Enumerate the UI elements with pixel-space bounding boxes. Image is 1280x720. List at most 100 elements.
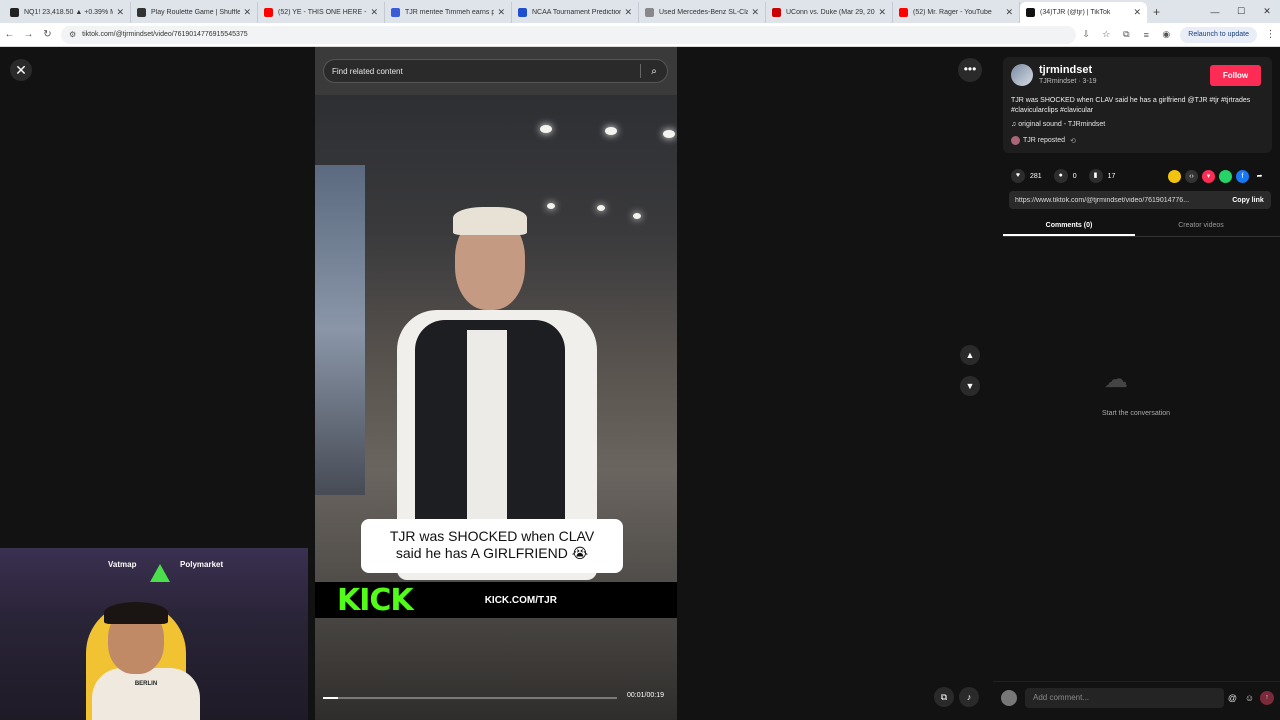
kick-banner: KICK KICK.COM/TJR — [315, 582, 677, 618]
tab-favicon-icon — [137, 8, 146, 17]
comment-input[interactable]: Add comment... — [1025, 687, 1224, 708]
tab-comments[interactable]: Comments (0) — [1003, 217, 1135, 236]
heart-icon: ♥ — [1011, 169, 1025, 183]
browser-tab[interactable]: Play Roulette Game | Shuffle.u ✕ — [131, 2, 258, 23]
browser-tab[interactable]: NQ1! 23,418.50 ▲ +0.39% MA ✕ — [4, 2, 131, 23]
save-button[interactable]: ▮ 17 — [1088, 169, 1115, 183]
tab-favicon-icon — [1026, 8, 1035, 17]
avatar[interactable] — [1011, 64, 1033, 86]
repost-icon: ⟲ — [1070, 137, 1076, 145]
previous-video-icon[interactable]: ▲ — [960, 345, 980, 365]
mention-icon[interactable]: @ — [1224, 693, 1241, 703]
extensions-icon[interactable]: ⧉ — [1116, 29, 1136, 40]
facebook-icon[interactable]: f — [1236, 169, 1249, 183]
close-icon[interactable]: ✕ — [10, 59, 32, 81]
follow-button[interactable]: Follow — [1210, 65, 1261, 86]
post-info-card: tjrmindset TJRmindset · 3-19 Follow TJR … — [1003, 57, 1272, 153]
forward-icon[interactable]: → — [19, 29, 38, 40]
user-subline: TJRmindset · 3-19 — [1039, 78, 1097, 85]
bookmark-star-icon[interactable]: ☆ — [1096, 29, 1116, 40]
video-person-shirt-front — [467, 330, 507, 530]
post-panel: tjrmindset TJRmindset · 3-19 Follow TJR … — [993, 47, 1280, 720]
tab-close-icon[interactable]: ✕ — [1133, 7, 1141, 18]
menu-dots-icon[interactable]: ⋮ — [1261, 29, 1280, 40]
pip-icon[interactable]: ⧉ — [934, 687, 954, 707]
comment-count: 0 — [1072, 172, 1077, 180]
volume-icon[interactable]: ♪ — [959, 687, 979, 707]
video-light — [547, 203, 555, 209]
site-settings-icon[interactable]: ⚙ — [69, 30, 76, 39]
new-tab-button[interactable]: + — [1153, 2, 1160, 23]
related-search-input[interactable]: Find related content ⌕ — [323, 59, 668, 83]
tab-label: (34)TJR (@tjr) | TikTok — [1040, 9, 1111, 16]
repost-row: TJR reposted ⟲ — [1011, 136, 1076, 145]
tab-close-icon[interactable]: ✕ — [624, 7, 632, 18]
tab-close-icon[interactable]: ✕ — [751, 7, 759, 18]
tab-label: (52) Mr. Rager - YouTube — [913, 9, 992, 16]
sound-row[interactable]: ♫ original sound - TJRmindset — [1011, 121, 1105, 128]
tab-label: TJR mentee Timmeh earns prop — [405, 9, 495, 16]
browser-tab[interactable]: (52) Mr. Rager - YouTube ✕ — [893, 2, 1020, 23]
browser-tab[interactable]: NCAA Tournament Predictions ✕ — [512, 2, 639, 23]
share-link-text[interactable]: https://www.tiktok.com/@tjrmindset/video… — [1009, 197, 1225, 204]
tab-close-icon[interactable]: ✕ — [243, 7, 251, 18]
close-window-icon[interactable]: ✕ — [1254, 6, 1280, 17]
embed-icon[interactable]: ‹› — [1185, 169, 1198, 183]
browser-tab[interactable]: UConn vs. Duke (Mar 29, 2025) ✕ — [766, 2, 893, 23]
more-options-icon[interactable]: ••• — [958, 58, 982, 82]
install-icon[interactable]: ⇩ — [1076, 29, 1096, 40]
coin-icon[interactable] — [1168, 169, 1181, 183]
browser-tab[interactable]: Used Mercedes-Benz SL-Class ✕ — [639, 2, 766, 23]
tab-close-icon[interactable]: ✕ — [878, 7, 886, 18]
share-link-row: https://www.tiktok.com/@tjrmindset/video… — [1009, 191, 1271, 209]
tab-favicon-icon — [10, 8, 19, 17]
tab-favicon-icon — [899, 8, 908, 17]
caption-line-1: TJR was SHOCKED when CLAV — [389, 528, 595, 544]
profile-icon[interactable]: ◉ — [1156, 29, 1176, 40]
tab-close-icon[interactable]: ✕ — [1005, 7, 1013, 18]
relaunch-button[interactable]: Relaunch to update — [1180, 26, 1257, 43]
repost-avatar — [1011, 136, 1020, 145]
video-player[interactable]: Find related content ⌕ TJR was SHOCKED w… — [315, 47, 677, 720]
url-field[interactable]: ⚙ tiktok.com/@tjrmindset/video/761901477… — [61, 25, 1077, 44]
video-timecode: 00:01/00:19 — [627, 692, 664, 699]
send-icon[interactable]: ▾ — [1202, 169, 1215, 183]
like-count: 281 — [1030, 172, 1042, 180]
username[interactable]: tjrmindset — [1039, 64, 1092, 76]
empty-comments-icon: ☁ — [1104, 366, 1128, 393]
tab-close-icon[interactable]: ✕ — [116, 7, 124, 18]
share-arrow-icon[interactable]: ➦ — [1253, 170, 1266, 183]
browser-tab[interactable]: (52) YE - THIS ONE HERE - You✕ — [258, 2, 385, 23]
like-button[interactable]: ♥ 281 — [1011, 169, 1042, 183]
video-progress-bar[interactable] — [323, 697, 617, 699]
send-comment-icon[interactable]: ↑ — [1260, 690, 1274, 705]
sponsor-vatmap: Vatmap — [108, 560, 137, 569]
copy-link-button[interactable]: Copy link — [1225, 197, 1271, 204]
tab-label: Play Roulette Game | Shuffle.u — [151, 9, 241, 16]
back-icon[interactable]: ← — [0, 29, 19, 40]
tab-favicon-icon — [518, 8, 527, 17]
search-icon[interactable]: ⌕ — [641, 66, 667, 77]
browser-tab[interactable]: TJR mentee Timmeh earns prop✕ — [385, 2, 512, 23]
next-video-icon[interactable]: ▼ — [960, 376, 980, 396]
streamer-hair — [104, 602, 168, 624]
comment-icon: ● — [1053, 169, 1068, 183]
tab-creator-videos[interactable]: Creator videos — [1135, 217, 1267, 236]
minimize-icon[interactable]: — — [1202, 7, 1228, 17]
comment-button[interactable]: ● 0 — [1053, 169, 1077, 183]
tab-favicon-icon — [391, 8, 400, 17]
sound-label: original sound - TJRmindset — [1018, 121, 1106, 128]
empty-comments-text: Start the conversation — [1101, 410, 1171, 417]
emoji-icon[interactable]: ☺ — [1241, 693, 1258, 703]
maximize-icon[interactable]: ☐ — [1228, 6, 1254, 17]
media-icon[interactable]: ≡ — [1136, 30, 1156, 40]
streamer-shirt — [92, 668, 200, 720]
tab-close-icon[interactable]: ✕ — [497, 7, 505, 18]
video-light — [633, 213, 641, 219]
tab-close-icon[interactable]: ✕ — [370, 7, 378, 18]
whatsapp-icon[interactable] — [1219, 169, 1232, 183]
reload-icon[interactable]: ↻ — [38, 29, 57, 40]
my-avatar — [1001, 689, 1017, 706]
browser-tab[interactable]: (34)TJR (@tjr) | TikTok ✕ — [1020, 2, 1147, 23]
shirt-text: BERLIN — [134, 681, 158, 687]
